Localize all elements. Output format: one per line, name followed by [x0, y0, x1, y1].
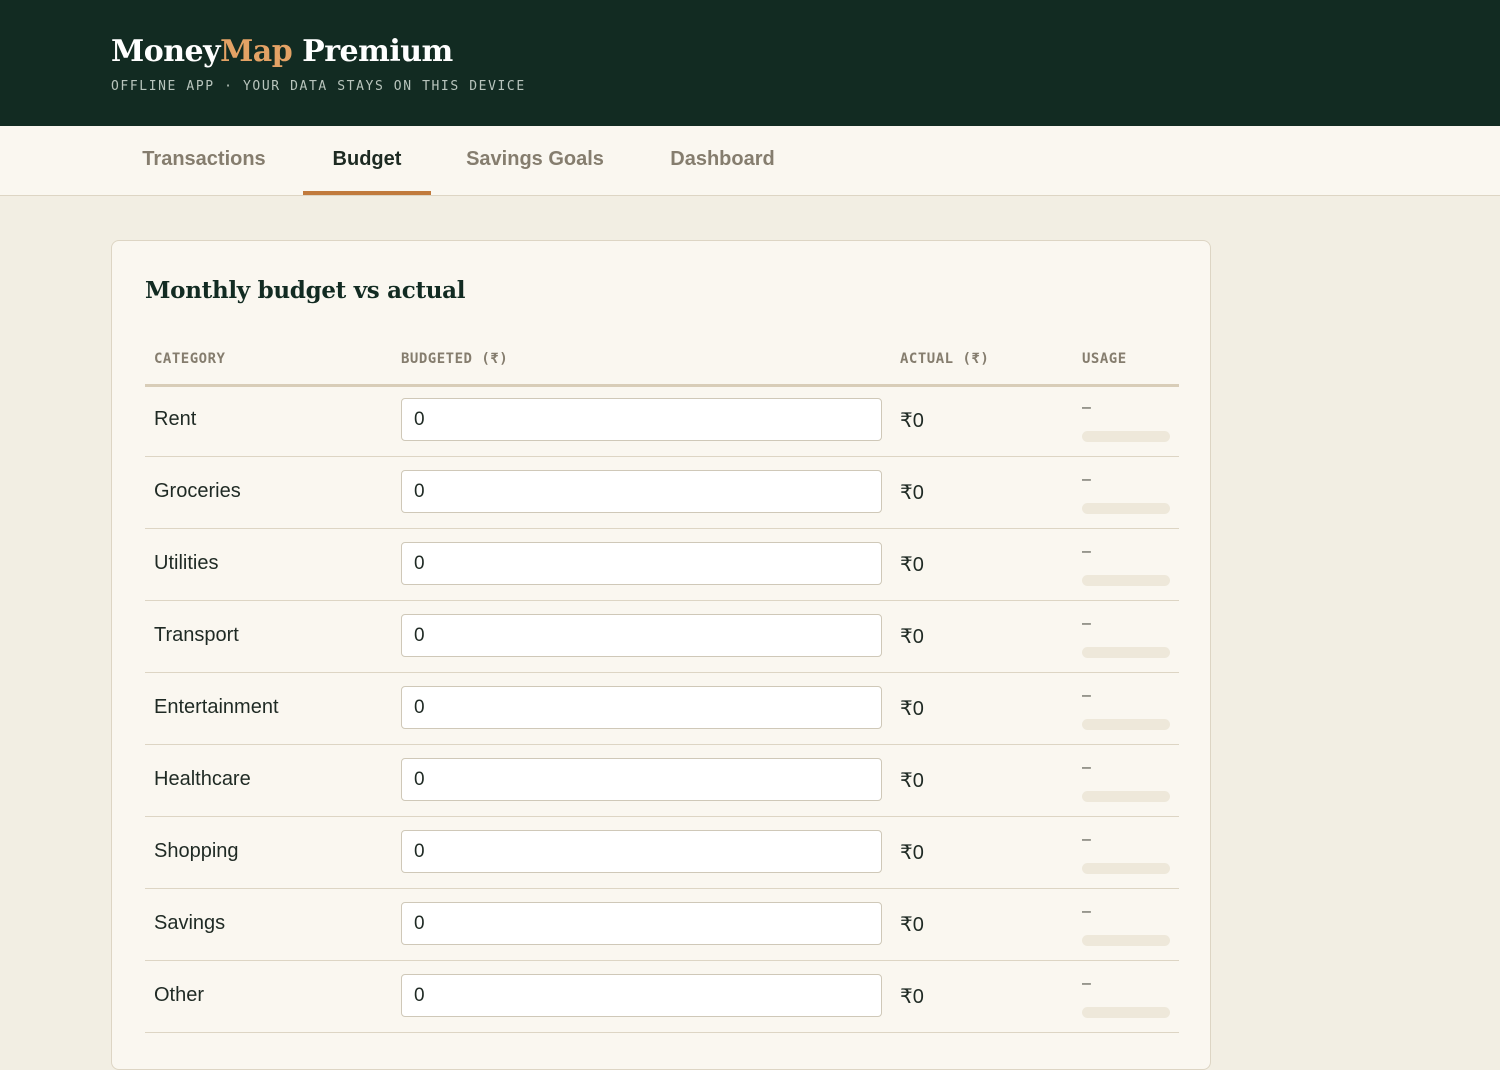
- category-label: Savings: [154, 912, 226, 934]
- usage-value: –: [1082, 759, 1091, 776]
- actual-amount: ₹0: [900, 698, 924, 720]
- column-header-usage: USAGE: [1082, 351, 1127, 367]
- category-label: Entertainment: [154, 696, 279, 718]
- budgeted-amount-input[interactable]: [401, 902, 882, 945]
- budgeted-amount-input[interactable]: [401, 470, 882, 513]
- actual-amount: ₹0: [900, 482, 924, 504]
- table-row: Rent ₹0 –: [145, 385, 1179, 457]
- table-row: Shopping ₹0 –: [145, 817, 1179, 889]
- table-row: Healthcare ₹0 –: [145, 745, 1179, 817]
- actual-amount: ₹0: [900, 554, 924, 576]
- usage-value: –: [1082, 687, 1091, 704]
- app-tagline: OFFLINE APP · YOUR DATA STAYS ON THIS DE…: [111, 79, 526, 94]
- usage-value: –: [1082, 615, 1091, 632]
- usage-value: –: [1082, 399, 1091, 416]
- usage-value: –: [1082, 471, 1091, 488]
- table-row: Entertainment ₹0 –: [145, 673, 1179, 745]
- usage-progress-bar: [1082, 503, 1170, 514]
- table-row: Transport ₹0 –: [145, 601, 1179, 673]
- tab-bar: Transactions Budget Savings Goals Dashbo…: [0, 126, 1500, 196]
- table-row: Utilities ₹0 –: [145, 529, 1179, 601]
- budgeted-amount-input[interactable]: [401, 614, 882, 657]
- usage-progress-bar: [1082, 863, 1170, 874]
- brand-accent: Map: [220, 34, 293, 69]
- card-title: Monthly budget vs actual: [145, 277, 466, 304]
- usage-value: –: [1082, 903, 1091, 920]
- column-header-actual: ACTUAL (₹): [900, 351, 990, 367]
- budget-card: Monthly budget vs actual CATEGORY BUDGET…: [111, 240, 1211, 1070]
- column-header-category: CATEGORY: [154, 351, 226, 367]
- tab-budget[interactable]: Budget: [303, 126, 431, 195]
- actual-amount: ₹0: [900, 986, 924, 1008]
- table-header: CATEGORY BUDGETED (₹) ACTUAL (₹) USAGE: [145, 339, 1179, 387]
- usage-progress-bar: [1082, 575, 1170, 586]
- actual-amount: ₹0: [900, 410, 924, 432]
- category-label: Transport: [154, 624, 239, 646]
- category-label: Rent: [154, 408, 197, 430]
- usage-progress-bar: [1082, 647, 1170, 658]
- budgeted-amount-input[interactable]: [401, 758, 882, 801]
- category-label: Shopping: [154, 840, 239, 862]
- usage-progress-bar: [1082, 1007, 1170, 1018]
- table-row: Other ₹0 –: [145, 961, 1179, 1033]
- table-row: Savings ₹0 –: [145, 889, 1179, 961]
- budgeted-amount-input[interactable]: [401, 686, 882, 729]
- budgeted-amount-input[interactable]: [401, 974, 882, 1017]
- budget-table-body: Rent₹0–Groceries₹0–Utilities₹0–Transport…: [145, 385, 1179, 1033]
- actual-amount: ₹0: [900, 770, 924, 792]
- brand-primary: Money: [111, 34, 221, 69]
- budgeted-amount-input[interactable]: [401, 398, 882, 441]
- usage-progress-bar: [1082, 719, 1170, 730]
- app-logo: MoneyMap Premium: [111, 34, 1500, 70]
- category-label: Groceries: [154, 480, 241, 502]
- column-header-budgeted: BUDGETED (₹): [401, 351, 509, 367]
- usage-value: –: [1082, 543, 1091, 560]
- app-header: MoneyMap Premium OFFLINE APP · YOUR DATA…: [0, 0, 1500, 126]
- usage-progress-bar: [1082, 791, 1170, 802]
- actual-amount: ₹0: [900, 914, 924, 936]
- category-label: Utilities: [154, 552, 219, 574]
- category-label: Other: [154, 984, 205, 1006]
- table-row: Groceries ₹0 –: [145, 457, 1179, 529]
- usage-value: –: [1082, 831, 1091, 848]
- category-label: Healthcare: [154, 768, 251, 790]
- budgeted-amount-input[interactable]: [401, 542, 882, 585]
- tab-transactions[interactable]: Transactions: [111, 126, 297, 195]
- actual-amount: ₹0: [900, 626, 924, 648]
- actual-amount: ₹0: [900, 842, 924, 864]
- budgeted-amount-input[interactable]: [401, 830, 882, 873]
- tab-dashboard[interactable]: Dashboard: [640, 126, 805, 195]
- tab-savings-goals[interactable]: Savings Goals: [437, 126, 633, 195]
- usage-progress-bar: [1082, 431, 1170, 442]
- usage-value: –: [1082, 975, 1091, 992]
- brand-suffix: Premium: [292, 34, 453, 69]
- usage-progress-bar: [1082, 935, 1170, 946]
